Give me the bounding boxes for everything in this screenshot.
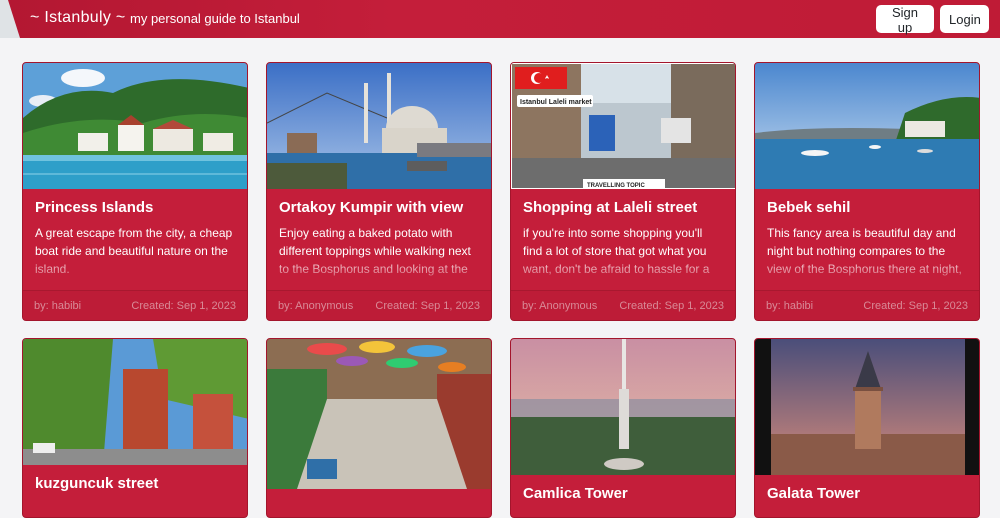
- card-author: by: Anonymous: [522, 299, 598, 312]
- card-created-date: Created: Sep 1, 2023: [131, 299, 236, 312]
- card-title: Princess Islands: [35, 199, 154, 216]
- card-description: Enjoy eating a baked potato with differe…: [279, 226, 471, 276]
- card-image-princess-islands: [23, 63, 247, 189]
- place-card-camlica-tower[interactable]: Camlica Tower: [510, 338, 736, 518]
- card-image-kuzguncuk: [23, 339, 247, 465]
- card-description: if you're into some shopping you'll find…: [523, 226, 710, 276]
- navbar-corner-decoration: [0, 0, 20, 38]
- card-title: Shopping at Laleli street: [523, 199, 698, 216]
- card-author: by: habibi: [766, 299, 814, 312]
- place-card-ortakoy[interactable]: Ortakoy Kumpir with view Enjoy eating a …: [266, 62, 492, 321]
- brand-tagline: my personal guide to Istanbul: [130, 11, 300, 26]
- card-description: A great escape from the city, a cheap bo…: [35, 226, 233, 276]
- card-created-date: Created: Sep 1, 2023: [375, 299, 480, 312]
- card-created-date: Created: Sep 1, 2023: [619, 299, 724, 312]
- card-footer: by: habibi Created: Sep 1, 2023: [755, 290, 979, 320]
- place-card-galata-tower[interactable]: Galata Tower: [754, 338, 980, 518]
- card-created-date: Created: Sep 1, 2023: [863, 299, 968, 312]
- card-title: Galata Tower: [767, 485, 861, 502]
- card-footer: by: Anonymous Created: Sep 1, 2023: [267, 290, 491, 320]
- card-title: Bebek sehil: [767, 199, 851, 216]
- signup-button[interactable]: Sign up: [876, 5, 934, 35]
- brand-logo[interactable]: ~ Istanbuly ~: [30, 9, 126, 27]
- place-card-princess-islands[interactable]: Princess Islands A great escape from the…: [22, 62, 248, 321]
- card-image-camlica-tower: [511, 339, 735, 475]
- card-description: This fancy area is beautiful day and nig…: [767, 226, 962, 276]
- card-image-ortakoy-mosque: [267, 63, 491, 189]
- card-footer: by: Anonymous Created: Sep 1, 2023: [511, 290, 735, 320]
- card-title: kuzguncuk street: [35, 475, 159, 492]
- place-card-bebek[interactable]: Bebek sehil This fancy area is beautiful…: [754, 62, 980, 321]
- place-card-laleli[interactable]: Istanbul Laleli market TRAVELLING TOPIC …: [510, 62, 736, 321]
- card-image-laleli-street: Istanbul Laleli market TRAVELLING TOPIC: [511, 63, 735, 189]
- card-title: Camlica Tower: [523, 485, 628, 502]
- image-caption: Istanbul Laleli market: [520, 99, 592, 106]
- card-author: by: Anonymous: [278, 299, 354, 312]
- card-image-bebek: [755, 63, 979, 189]
- place-card-kuzguncuk[interactable]: kuzguncuk street: [22, 338, 248, 518]
- card-title: Ortakoy Kumpir with view: [279, 199, 464, 216]
- card-image-galata-tower: [755, 339, 979, 475]
- top-navbar: ~ Istanbuly ~ my personal guide to Istan…: [0, 0, 1000, 38]
- place-card-colorful-street[interactable]: [266, 338, 492, 518]
- card-author: by: habibi: [34, 299, 82, 312]
- login-button[interactable]: Login: [940, 5, 989, 33]
- card-image-umbrella-street: [267, 339, 491, 489]
- card-footer: by: habibi Created: Sep 1, 2023: [23, 290, 247, 320]
